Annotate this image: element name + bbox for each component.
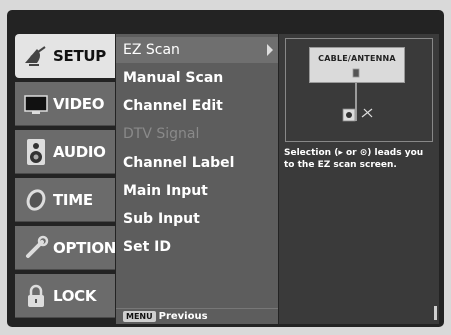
tab-label: TIME (53, 190, 93, 209)
clock-icon (19, 185, 53, 215)
menu-item-sub-input[interactable]: Sub Input (116, 206, 278, 232)
tab-label: LOCK (53, 286, 97, 305)
menu-item-set-id[interactable]: Set ID (116, 234, 278, 260)
menu-item-label: Channel Label (123, 155, 235, 171)
tab-setup[interactable]: SETUP (15, 34, 115, 78)
menu-item-label: Channel Edit (123, 98, 223, 114)
menu-item-label: Set ID (123, 239, 171, 255)
menu-item-main-input[interactable]: Main Input (116, 178, 278, 204)
tab-label: VIDEO (53, 94, 105, 113)
tab-option[interactable]: OPTION (15, 226, 117, 270)
menu-item-label: Sub Input (123, 211, 200, 227)
menu-footer: MENU Previous (116, 308, 278, 324)
satellite-dish-icon (19, 41, 53, 71)
description-line: to the EZ scan screen. (284, 160, 397, 170)
menu-item-manual-scan[interactable]: Manual Scan (116, 65, 278, 91)
menu-item-channel-edit[interactable]: Channel Edit (116, 93, 278, 119)
menu-item-label: EZ Scan (123, 42, 180, 58)
menu-item-ez-scan[interactable]: EZ Scan (116, 37, 278, 63)
menu-item-label: Main Input (123, 183, 208, 199)
tab-audio[interactable]: AUDIO (15, 130, 115, 174)
menu-item-channel-label[interactable]: Channel Label (116, 150, 278, 176)
wrench-icon (19, 233, 53, 263)
info-panel: CABLE/ANTENNA Selection (▸ or ⊙) leads y… (279, 34, 439, 324)
menu-key-badge: MENU (123, 311, 156, 322)
padlock-icon (19, 281, 53, 311)
cable-connector-icon (342, 68, 373, 122)
menu-item-label: Manual Scan (123, 70, 224, 86)
tab-time[interactable]: TIME (15, 178, 115, 222)
setup-menu: EZ Scan Manual Scan Channel Edit DTV Sig… (116, 34, 278, 324)
menu-item-label: DTV Signal (123, 126, 200, 142)
tab-label: AUDIO (53, 142, 106, 161)
tv-osd-menu: SETUP VIDEO AUDIO TIME OPTION LOCK EZ Sc… (7, 10, 444, 327)
tab-label: SETUP (53, 47, 106, 65)
ez-scan-description: Selection (▸ or ⊙) leads you to the EZ s… (284, 147, 436, 171)
monitor-icon (19, 89, 53, 119)
description-line: Selection (▸ or ⊙) leads you (284, 148, 424, 158)
tab-lock[interactable]: LOCK (15, 274, 115, 318)
speaker-icon (19, 137, 53, 167)
scroll-indicator (434, 306, 437, 320)
submenu-arrow-icon (267, 44, 273, 56)
category-tabs: SETUP VIDEO AUDIO TIME OPTION LOCK (15, 34, 117, 324)
tab-label: OPTION (53, 238, 117, 257)
connection-diagram: CABLE/ANTENNA (285, 38, 433, 142)
tab-video[interactable]: VIDEO (15, 82, 115, 126)
menu-item-dtv-signal: DTV Signal (116, 121, 278, 147)
previous-label: Previous (158, 311, 208, 322)
